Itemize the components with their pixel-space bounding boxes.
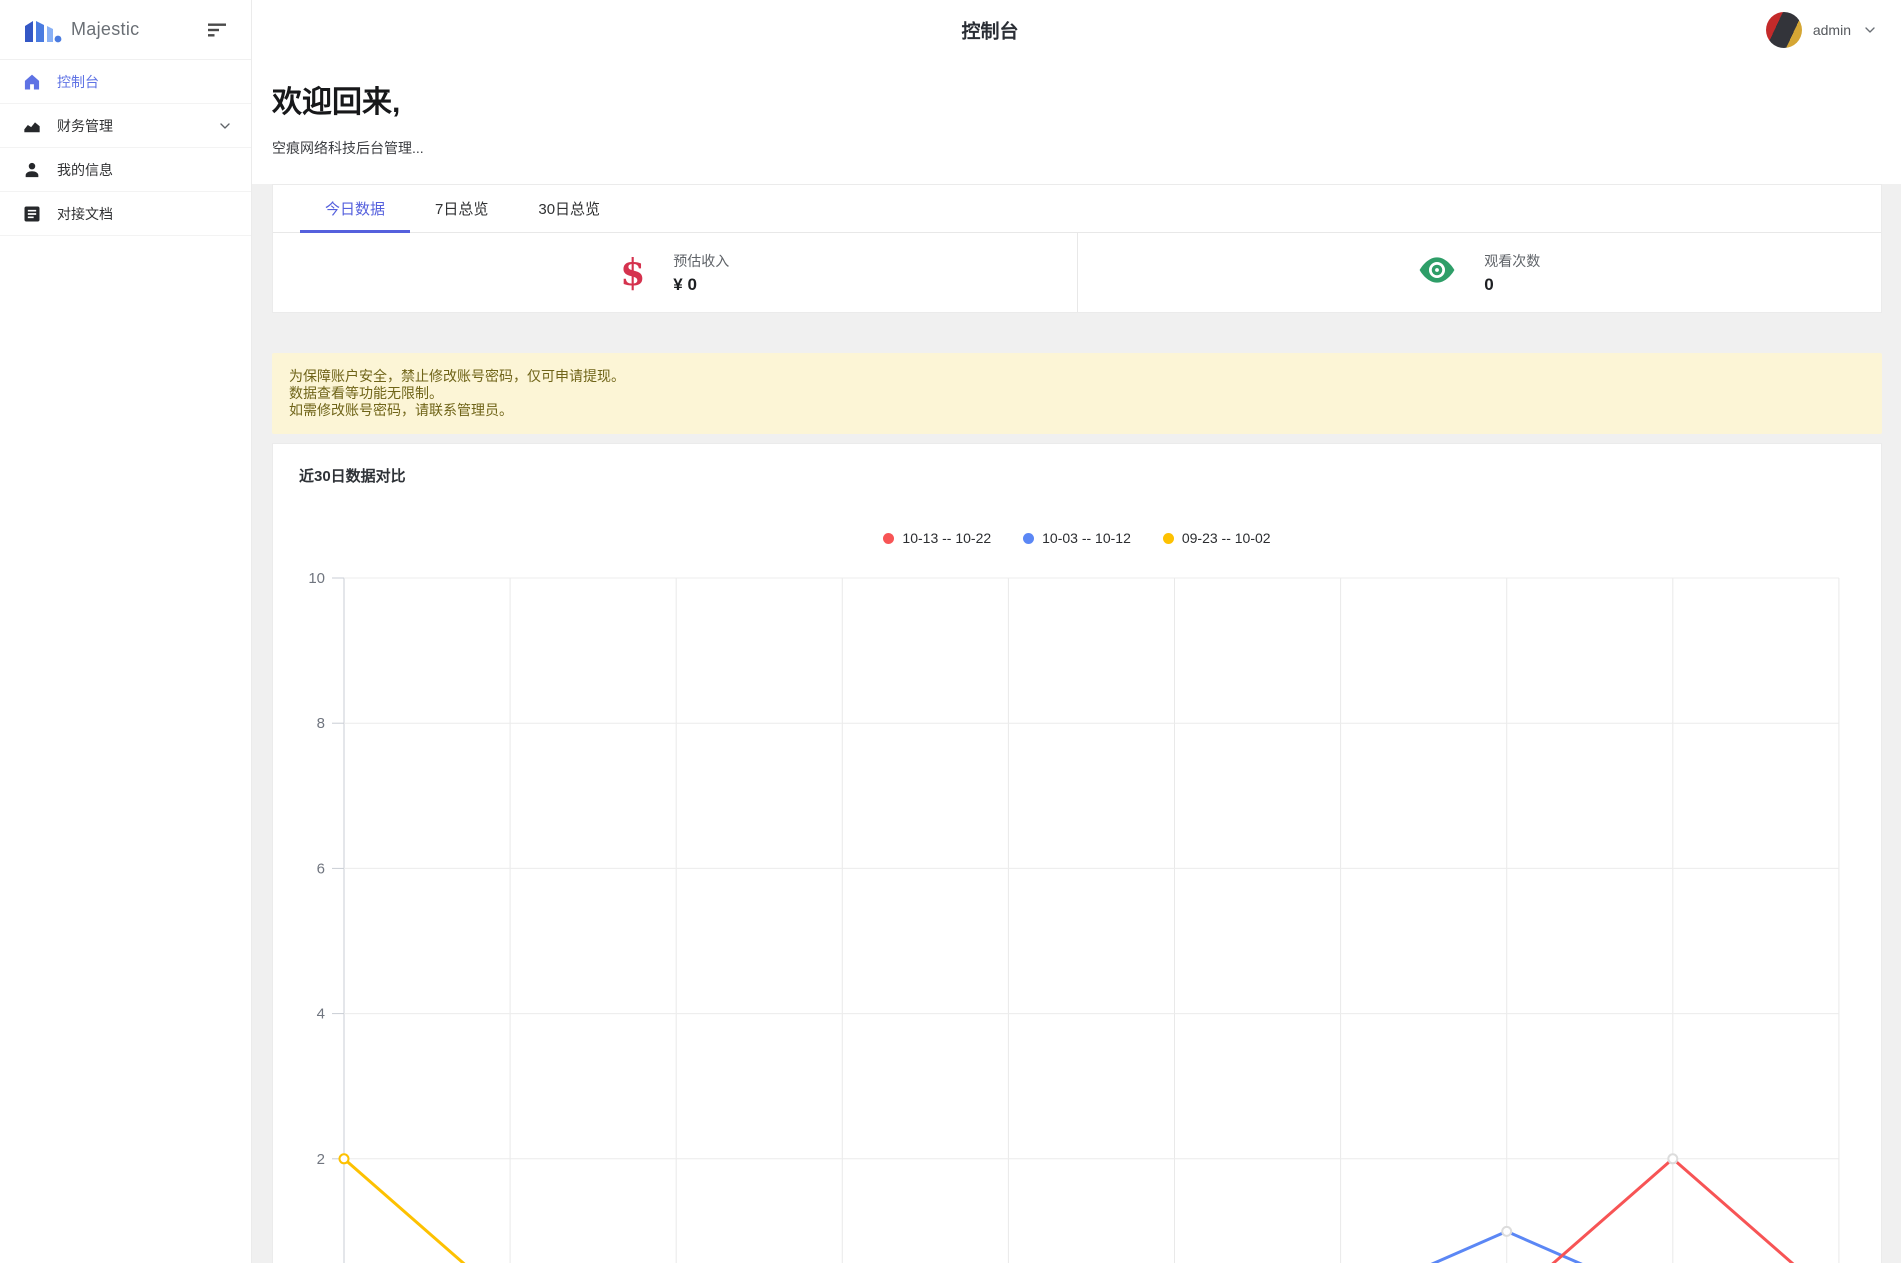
page: Majestic 控制台财务管理我的信息对接文档 控制台 admin 欢迎回来, (0, 0, 1901, 1263)
sidebar-item-label: 控制台 (57, 72, 99, 92)
sidebar-item-label: 我的信息 (57, 160, 113, 180)
tab-week[interactable]: 7日总览 (410, 185, 513, 232)
sidebar-item-label: 财务管理 (57, 116, 113, 136)
notice-line: 为保障账户安全，禁止修改账号密码，仅可申请提现。 (289, 368, 1865, 385)
stat-revenue: $ 预估收入 ¥ 0 (273, 233, 1077, 312)
stat-label: 观看次数 (1484, 251, 1540, 271)
sidebar-item-finance[interactable]: 财务管理 (0, 104, 251, 148)
user-menu[interactable]: admin (1766, 0, 1878, 60)
notice-line: 如需修改账号密码，请联系管理员。 (289, 402, 1865, 419)
tab-bar: 今日数据7日总览30日总览 (273, 185, 1881, 233)
user-name: admin (1813, 22, 1851, 38)
sidebar-item-docs[interactable]: 对接文档 (0, 192, 251, 236)
user-avatar (1766, 12, 1802, 48)
tab-today[interactable]: 今日数据 (300, 185, 410, 232)
document-icon (22, 204, 42, 224)
dollar-icon: $ (620, 255, 645, 291)
svg-text:8: 8 (317, 715, 325, 732)
chevron-down-icon (1862, 22, 1878, 38)
svg-text:10: 10 (308, 570, 325, 587)
tab-month[interactable]: 30日总览 (513, 185, 625, 232)
sidebar-item-dashboard[interactable]: 控制台 (0, 60, 251, 104)
stats-row: $ 预估收入 ¥ 0 观看次数 0 (273, 233, 1881, 312)
stat-value: 0 (1484, 275, 1540, 295)
chevron-down-icon (217, 118, 233, 134)
brand-name: Majestic (71, 19, 139, 40)
sidebar-item-profile[interactable]: 我的信息 (0, 148, 251, 192)
overview-card: 今日数据7日总览30日总览 $ 预估收入 ¥ 0 观看次数 0 (272, 184, 1882, 313)
welcome-title: 欢迎回来, (272, 77, 1901, 121)
brand[interactable]: Majestic (22, 16, 139, 44)
sidebar-menu: 控制台财务管理我的信息对接文档 (0, 60, 251, 236)
header: 控制台 admin (252, 0, 1901, 60)
stat-value: ¥ 0 (673, 275, 729, 295)
sidebar-header: Majestic (0, 0, 251, 60)
page-title: 控制台 (961, 17, 1018, 44)
brand-logo-icon (22, 16, 62, 44)
line-chart: 2 4 6 8 10 (273, 444, 1883, 1263)
stat-label: 预估收入 (673, 251, 729, 271)
sidebar: Majestic 控制台财务管理我的信息对接文档 (0, 0, 252, 1263)
svg-text:4: 4 (317, 1006, 325, 1023)
stat-views: 观看次数 0 (1077, 233, 1882, 312)
sidebar-item-label: 对接文档 (57, 204, 113, 224)
notice-line: 数据查看等功能无限制。 (289, 385, 1865, 402)
user-icon (22, 160, 42, 180)
content-area: 今日数据7日总览30日总览 $ 预估收入 ¥ 0 观看次数 0 为保障账户安全，禁止修改… (252, 184, 1901, 1263)
home-icon (22, 72, 42, 92)
welcome-subtitle: 空痕网络科技后台管理... (272, 138, 1901, 158)
eye-icon (1418, 256, 1456, 289)
svg-text:6: 6 (317, 860, 325, 877)
svg-text:2: 2 (317, 1151, 325, 1168)
main-content: 欢迎回来, 空痕网络科技后台管理... 今日数据7日总览30日总览 $ 预估收入 ¥… (252, 60, 1901, 1263)
notice-banner: 为保障账户安全，禁止修改账号密码，仅可申请提现。数据查看等功能无限制。如需修改账… (272, 353, 1882, 434)
finance-chart-icon (22, 116, 42, 136)
chart-card: 近30日数据对比 10-13 -- 10-2210-03 -- 10-1209-… (272, 443, 1882, 1263)
sidebar-collapse-icon[interactable] (205, 18, 229, 42)
welcome-section: 欢迎回来, 空痕网络科技后台管理... (252, 60, 1901, 184)
